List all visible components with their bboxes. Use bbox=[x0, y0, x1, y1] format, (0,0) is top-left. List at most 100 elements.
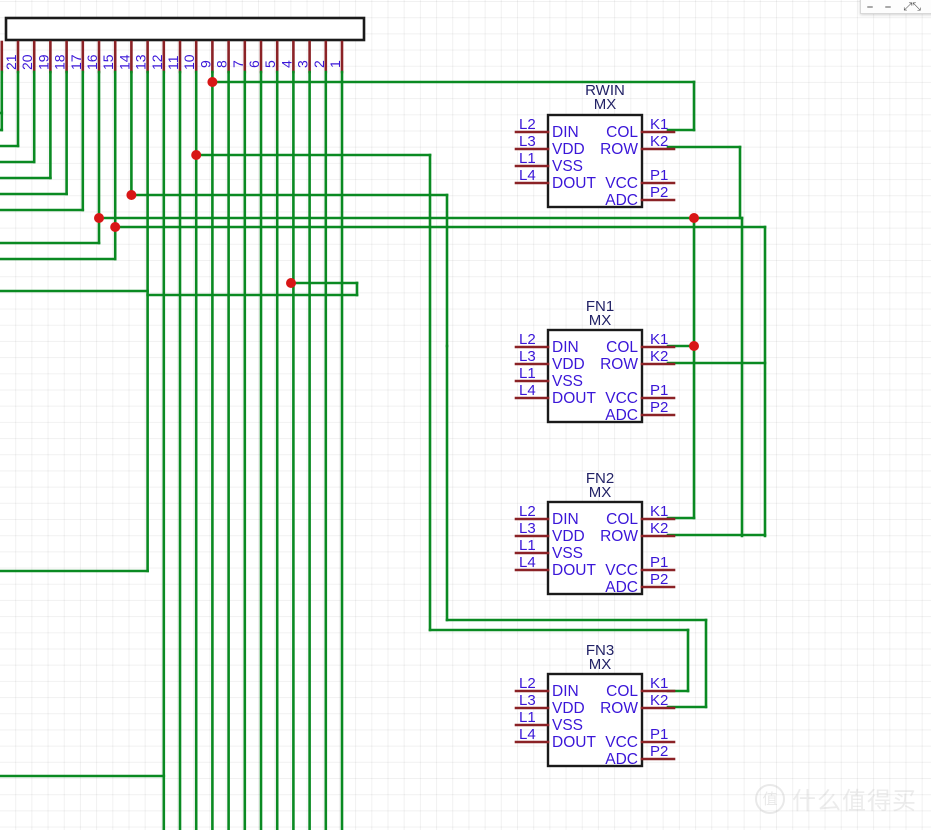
net-label: L3 bbox=[519, 520, 536, 537]
net-label: L1 bbox=[519, 709, 536, 726]
net-label: P2 bbox=[650, 184, 668, 201]
svg-text:12: 12 bbox=[149, 54, 165, 70]
pin-label: ROW bbox=[600, 700, 638, 717]
net-label: K2 bbox=[650, 520, 668, 537]
pin-label: VCC bbox=[605, 390, 638, 407]
svg-text:3: 3 bbox=[295, 60, 311, 68]
junction-dot bbox=[689, 341, 699, 351]
pin-label: DOUT bbox=[552, 734, 596, 751]
net-label: L3 bbox=[519, 348, 536, 365]
net-label: L2 bbox=[519, 503, 536, 520]
pin-label: DIN bbox=[552, 683, 579, 700]
svg-text:18: 18 bbox=[52, 54, 68, 70]
svg-text:8: 8 bbox=[214, 60, 230, 68]
pin-label: DOUT bbox=[552, 390, 596, 407]
net-label: K2 bbox=[650, 133, 668, 150]
pin-label: VCC bbox=[605, 175, 638, 192]
junction-dot bbox=[207, 77, 218, 87]
net-label: L4 bbox=[519, 167, 536, 184]
pin-label: VDD bbox=[552, 356, 585, 373]
component-rwin[interactable]: RWIN MX L2 L3 L1 L4 K1 K2 P1 P2 DIN VDD … bbox=[514, 82, 676, 209]
svg-text:15: 15 bbox=[100, 54, 116, 70]
pin-label: ROW bbox=[600, 528, 638, 545]
pin-label: VSS bbox=[552, 373, 583, 390]
pin-label: COL bbox=[606, 683, 638, 700]
junction-dot bbox=[110, 222, 121, 232]
svg-text:21: 21 bbox=[3, 54, 19, 70]
header-connector[interactable]: 1 2 3 4 5 6 7 8 9 10 11 12 13 14 15 16 1… bbox=[0, 16, 366, 74]
pin-label: VDD bbox=[552, 141, 585, 158]
pin-label: DIN bbox=[552, 339, 579, 356]
net-label: P2 bbox=[650, 743, 668, 760]
svg-text:11: 11 bbox=[165, 55, 181, 70]
svg-text:2: 2 bbox=[311, 60, 327, 68]
pin-label: VCC bbox=[605, 562, 638, 579]
net-label: P2 bbox=[650, 399, 668, 416]
net-label: L3 bbox=[519, 133, 536, 150]
svg-text:5: 5 bbox=[262, 60, 278, 68]
net-label: L2 bbox=[519, 675, 536, 692]
component-value: MX bbox=[589, 484, 612, 501]
pin-label: ROW bbox=[600, 141, 638, 158]
net-label: K1 bbox=[650, 331, 668, 348]
pin-label: ADC bbox=[605, 407, 638, 424]
junction-dot bbox=[689, 213, 699, 223]
svg-text:4: 4 bbox=[278, 60, 294, 68]
pin-label: VSS bbox=[552, 717, 583, 734]
pin-label: DOUT bbox=[552, 562, 596, 579]
net-label: L4 bbox=[519, 382, 536, 399]
net-label: L4 bbox=[519, 726, 536, 743]
svg-text:10: 10 bbox=[181, 54, 197, 70]
svg-text:9: 9 bbox=[197, 60, 213, 68]
pin-label: ROW bbox=[600, 356, 638, 373]
net-label: K2 bbox=[650, 348, 668, 365]
pin-label: COL bbox=[606, 339, 638, 356]
schematic-canvas[interactable]: ⎯ ⎯ ⤢⤡ ⌄ .w { stroke:#0a8a22; stroke-wid… bbox=[0, 0, 931, 830]
net-label: P1 bbox=[650, 726, 668, 743]
net-label: P1 bbox=[650, 554, 668, 571]
svg-text:14: 14 bbox=[116, 54, 132, 70]
pin-label: DOUT bbox=[552, 175, 596, 192]
component-fn3[interactable]: FN3 MX L2 L3 L1 L4 K1 K2 P1 P2 DIN VDD V… bbox=[514, 642, 676, 768]
net-label: K1 bbox=[650, 503, 668, 520]
svg-text:13: 13 bbox=[133, 54, 149, 70]
component-fn1[interactable]: FN1 MX L2 L3 L1 L4 K1 K2 P1 P2 DIN VDD V… bbox=[514, 298, 676, 424]
pin-label: ADC bbox=[605, 192, 638, 209]
svg-text:19: 19 bbox=[35, 54, 51, 70]
net-label: L3 bbox=[519, 692, 536, 709]
svg-text:16: 16 bbox=[84, 54, 100, 70]
component-value: MX bbox=[589, 312, 612, 329]
pin-label: COL bbox=[606, 124, 638, 141]
pin-label: VSS bbox=[552, 545, 583, 562]
pin-label: COL bbox=[606, 511, 638, 528]
header-pin-numbers: 1 2 3 4 5 6 7 8 9 10 11 12 13 14 15 16 1… bbox=[0, 54, 343, 70]
pin-label: VDD bbox=[552, 700, 585, 717]
svg-text:17: 17 bbox=[68, 54, 84, 70]
net-label: K1 bbox=[650, 675, 668, 692]
junction-dot bbox=[94, 213, 104, 223]
net-label: P1 bbox=[650, 382, 668, 399]
svg-text:22: 22 bbox=[0, 54, 3, 70]
pin-label: ADC bbox=[605, 579, 638, 596]
net-label: P1 bbox=[650, 167, 668, 184]
component-fn2[interactable]: FN2 MX L2 L3 L1 L4 K1 K2 P1 P2 DIN VDD V… bbox=[514, 470, 676, 596]
net-label: L1 bbox=[519, 537, 536, 554]
junction-dot bbox=[126, 190, 137, 200]
junction-dot bbox=[191, 150, 202, 160]
net-label: L1 bbox=[519, 150, 536, 167]
junction-dot bbox=[286, 278, 296, 288]
schematic-drawing[interactable]: .w { stroke:#0a8a22; stroke-width:2.6; f… bbox=[0, 0, 931, 830]
component-value: MX bbox=[594, 96, 617, 113]
pin-label: VDD bbox=[552, 528, 585, 545]
pin-label: ADC bbox=[605, 751, 638, 768]
net-label: K1 bbox=[650, 116, 668, 133]
net-label: L2 bbox=[519, 331, 536, 348]
svg-text:7: 7 bbox=[230, 60, 246, 68]
net-label: K2 bbox=[650, 692, 668, 709]
svg-text:6: 6 bbox=[246, 60, 262, 68]
net-label: P2 bbox=[650, 571, 668, 588]
net-label: L4 bbox=[519, 554, 536, 571]
net-label: L1 bbox=[519, 365, 536, 382]
svg-text:1: 1 bbox=[327, 60, 343, 68]
component-value: MX bbox=[589, 656, 612, 673]
